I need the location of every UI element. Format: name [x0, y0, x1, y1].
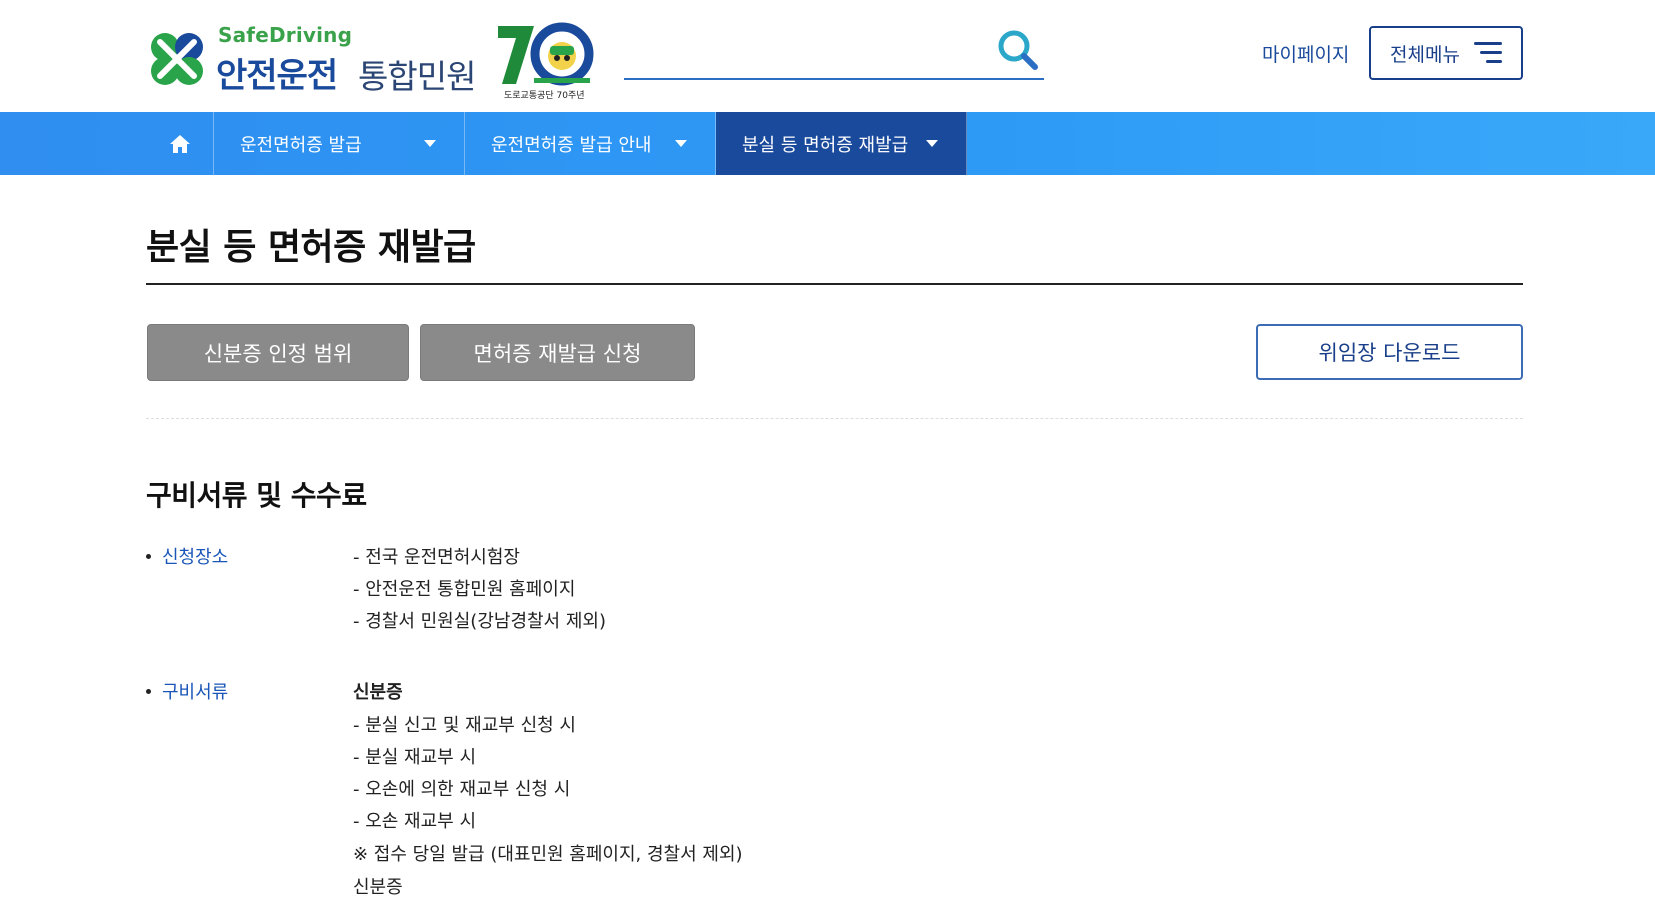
row-label-application-place: 신청장소 — [146, 543, 228, 569]
mypage-link[interactable]: 마이페이지 — [1262, 40, 1349, 67]
page-title: 분실 등 면허증 재발급 — [146, 227, 476, 268]
list-item: ※ 접수 당일 발급 (대표민원 홈페이지, 경찰서 제외) — [353, 844, 743, 865]
title-divider — [146, 283, 1523, 285]
power-of-attorney-download-button[interactable]: 위임장 다운로드 — [1256, 324, 1523, 380]
caret-down-icon — [424, 140, 436, 147]
list-item: - 오손 재교부 시 — [353, 811, 477, 832]
row-label-required-docs: 구비서류 — [146, 678, 228, 704]
nav-item-license-guide[interactable]: 운전면허증 발급 안내 — [465, 112, 716, 175]
nav-item-label: 운전면허증 발급 — [240, 134, 362, 156]
main-nav: 운전면허증 발급 운전면허증 발급 안내 분실 등 면허증 재발급 — [0, 112, 1655, 175]
row-label-text: 구비서류 — [162, 682, 229, 703]
list-item: - 경찰서 민원실(강남경찰서 제외) — [353, 611, 606, 632]
list-item: - 분실 신고 및 재교부 신청 시 — [353, 715, 576, 736]
nav-item-label: 운전면허증 발급 안내 — [491, 134, 652, 156]
section-divider — [146, 418, 1523, 419]
tab-reissue-apply[interactable]: 면허증 재발급 신청 — [420, 324, 695, 381]
site-logo[interactable]: SafeDriving 안전운전 통합민원 도로교통공단 70주년 — [146, 22, 596, 102]
brand-korean-main: 안전운전 — [216, 56, 338, 96]
site-header: SafeDriving 안전운전 통합민원 도로교통공단 70주년 마이페이지 … — [0, 0, 1655, 112]
anniversary-caption: 도로교통공단 70주년 — [504, 91, 585, 101]
list-item: - 안전운전 통합민원 홈페이지 — [353, 579, 576, 600]
list-item: - 전국 운전면허시험장 — [353, 547, 520, 568]
home-icon — [169, 134, 190, 153]
section-title: 구비서류 및 수수료 — [146, 479, 367, 512]
search-bar — [624, 26, 1044, 80]
hamburger-icon — [1473, 42, 1502, 64]
bullet — [146, 688, 151, 694]
list-item: - 분실 재교부 시 — [353, 747, 477, 768]
list-heading: 신분증 — [353, 682, 403, 703]
list-item: 신분증 — [353, 877, 403, 898]
all-menu-label: 전체메뉴 — [1390, 43, 1460, 66]
search-input[interactable] — [624, 34, 984, 72]
row-label-text: 신청장소 — [162, 547, 229, 568]
nav-item-license-issue[interactable]: 운전면허증 발급 — [214, 112, 465, 175]
brand-english: SafeDriving — [218, 23, 353, 47]
caret-down-icon — [675, 140, 687, 147]
tab-id-scope[interactable]: 신분증 인정 범위 — [147, 324, 409, 381]
brand-korean-sub: 통합민원 — [358, 57, 476, 96]
home-button[interactable] — [146, 112, 214, 175]
search-icon[interactable] — [996, 28, 1040, 72]
clover-logo-icon — [151, 33, 203, 85]
nav-item-label: 분실 등 면허증 재발급 — [742, 134, 909, 156]
caret-down-icon — [926, 140, 938, 147]
all-menu-button[interactable]: 전체메뉴 — [1369, 26, 1523, 80]
bullet — [146, 553, 151, 559]
nav-item-license-reissue[interactable]: 분실 등 면허증 재발급 — [716, 112, 967, 175]
list-item: - 오손에 의한 재교부 신청 시 — [353, 779, 571, 800]
